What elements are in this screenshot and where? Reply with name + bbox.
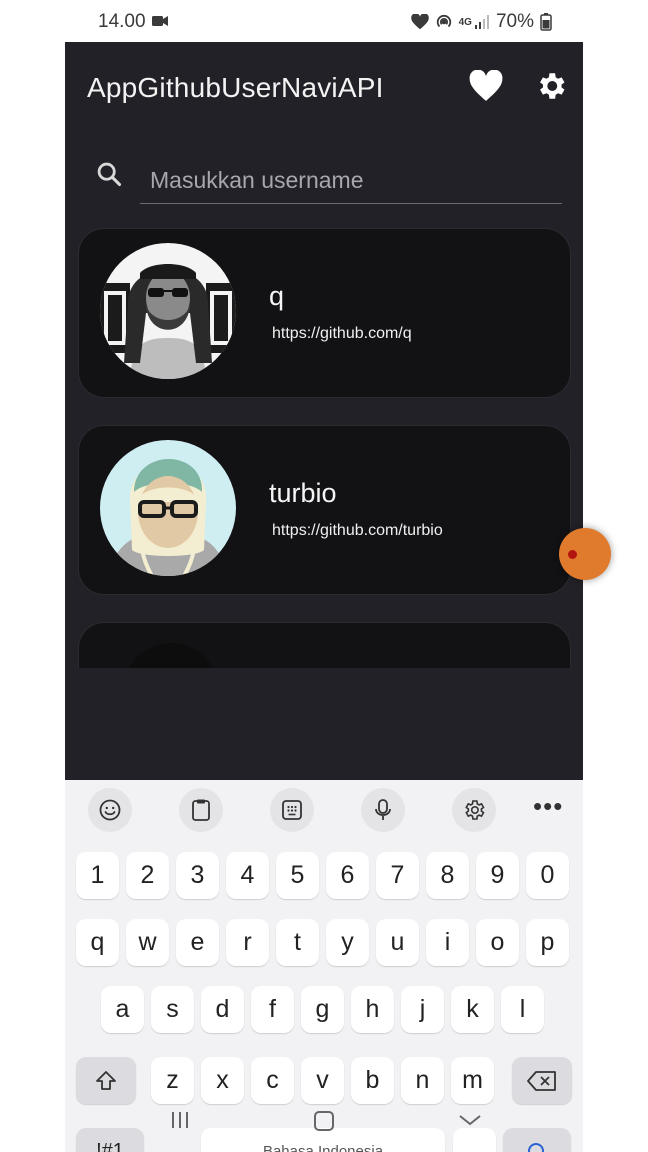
user-card[interactable]: turbio https://github.com/turbio (78, 425, 571, 595)
key-b[interactable]: b (351, 1057, 394, 1104)
key-7[interactable]: 7 (376, 852, 419, 899)
key-o[interactable]: o (476, 919, 519, 966)
key-4[interactable]: 4 (226, 852, 269, 899)
user-avatar (100, 243, 236, 379)
user-url: https://github.com/q (272, 325, 412, 342)
back-icon[interactable] (459, 1115, 481, 1126)
user-name: q (269, 281, 285, 311)
key-g[interactable]: g (301, 986, 344, 1033)
key-l[interactable]: l (501, 986, 544, 1033)
key-6[interactable]: 6 (326, 852, 369, 899)
key-p[interactable]: p (526, 919, 569, 966)
signal-icon (474, 15, 489, 29)
floating-bubble[interactable] (559, 528, 611, 580)
heart-icon[interactable] (469, 70, 503, 102)
key-a[interactable]: a (101, 986, 144, 1033)
network-type: 4G (458, 16, 472, 28)
backspace-key[interactable] (512, 1057, 572, 1104)
search-input[interactable] (150, 158, 550, 202)
emoji-icon[interactable] (88, 788, 132, 832)
keyboard-toolbar: ••• (65, 780, 583, 838)
app-screen: AppGithubUserNaviAPI Masukkan username q… (65, 42, 583, 780)
system-nav-bar (172, 1111, 481, 1131)
recents-icon[interactable] (172, 1112, 188, 1128)
user-url: https://github.com/turbio (272, 522, 443, 539)
key-s[interactable]: s (151, 986, 194, 1033)
key-3[interactable]: 3 (176, 852, 219, 899)
key-i[interactable]: i (426, 919, 469, 966)
key-5[interactable]: 5 (276, 852, 319, 899)
heart-status-icon (410, 14, 429, 30)
key-z[interactable]: z (151, 1057, 194, 1104)
key-8[interactable]: 8 (426, 852, 469, 899)
key-y[interactable]: y (326, 919, 369, 966)
app-bar: AppGithubUserNaviAPI (65, 42, 583, 130)
key-u[interactable]: u (376, 919, 419, 966)
mic-icon[interactable] (361, 788, 405, 832)
status-bar: 14.00 4G 70% (0, 0, 648, 42)
battery-percent: 70% (495, 11, 534, 32)
status-time: 14.00 (98, 11, 146, 32)
key-m[interactable]: m (451, 1057, 494, 1104)
key-c[interactable]: c (251, 1057, 294, 1104)
clipboard-icon[interactable] (179, 788, 223, 832)
key-r[interactable]: r (226, 919, 269, 966)
key-w[interactable]: w (126, 919, 169, 966)
battery-icon (540, 13, 552, 31)
key-9[interactable]: 9 (476, 852, 519, 899)
key-0[interactable]: 0 (526, 852, 569, 899)
user-card[interactable]: q https://github.com/q (78, 228, 571, 398)
key-n[interactable]: n (401, 1057, 444, 1104)
keypad-icon[interactable] (270, 788, 314, 832)
shift-icon (96, 1070, 116, 1090)
key-f[interactable]: f (251, 986, 294, 1033)
user-name: turbio (269, 478, 337, 508)
home-icon[interactable] (314, 1111, 334, 1131)
video-camera-icon (152, 16, 168, 26)
key-t[interactable]: t (276, 919, 319, 966)
on-screen-keyboard: ••• 1 2 3 4 5 6 7 8 9 0 q w e r t y u i … (65, 780, 583, 1152)
gear-icon[interactable] (452, 788, 496, 832)
search-field[interactable] (140, 158, 562, 204)
status-indicators: 4G 70% (410, 11, 552, 33)
key-h[interactable]: h (351, 986, 394, 1033)
key-v[interactable]: v (301, 1057, 344, 1104)
hotspot-icon (436, 14, 451, 28)
key-d[interactable]: d (201, 986, 244, 1033)
list-bottom-area (65, 668, 583, 780)
shift-key[interactable] (76, 1057, 136, 1104)
more-icon[interactable]: ••• (533, 793, 563, 819)
backspace-icon (527, 1070, 556, 1091)
key-q[interactable]: q (76, 919, 119, 966)
gear-icon[interactable] (534, 69, 568, 103)
key-k[interactable]: k (451, 986, 494, 1033)
search-icon (97, 162, 122, 187)
key-j[interactable]: j (401, 986, 444, 1033)
user-avatar (100, 440, 236, 576)
key-1[interactable]: 1 (76, 852, 119, 899)
key-e[interactable]: e (176, 919, 219, 966)
key-x[interactable]: x (201, 1057, 244, 1104)
key-2[interactable]: 2 (126, 852, 169, 899)
app-title: AppGithubUserNaviAPI (87, 72, 384, 103)
